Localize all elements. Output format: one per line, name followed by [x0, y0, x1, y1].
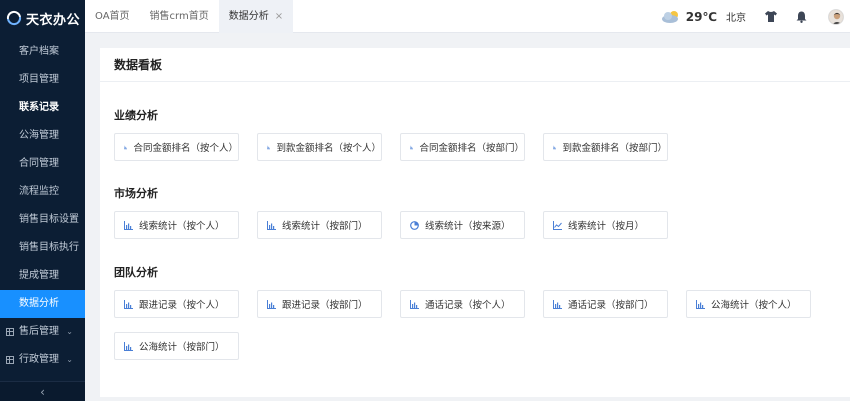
tab-data-analysis[interactable]: 数据分析 ×	[218, 0, 294, 33]
card-followup-person[interactable]: 跟进记录（按个人）	[114, 290, 239, 318]
card-label: 线索统计（按来源）	[425, 221, 511, 232]
card-label: 通话记录（按部门）	[568, 300, 654, 311]
card-contract-rank-dept[interactable]: 合同金额排名（按部门）	[400, 133, 525, 161]
section-title-team: 团队分析	[114, 266, 158, 279]
card-label: 合同金额排名（按部门）	[419, 143, 524, 154]
card-payment-rank-person[interactable]: 到款金额排名（按个人）	[257, 133, 382, 161]
sidebar-group-after-sales[interactable]: 售后管理 ⌄	[0, 318, 85, 346]
sidebar-collapse-button[interactable]: ‹	[0, 381, 85, 401]
city: 北京	[726, 13, 746, 24]
bar-chart-icon	[124, 220, 133, 230]
page-title: 数据看板	[100, 48, 850, 82]
sidebar-item-contracts[interactable]: 合同管理	[0, 150, 85, 178]
bar-chart-icon	[553, 145, 557, 149]
logo-icon	[6, 10, 22, 26]
card-pool-dept[interactable]: 公海统计（按部门）	[114, 332, 239, 360]
cloud-icon	[661, 11, 678, 23]
tab-label: OA首页	[95, 10, 130, 22]
top-bar: OA首页 销售crm首页 数据分析 × 29℃ 北京	[85, 0, 850, 33]
tab-crm-home[interactable]: 销售crm首页	[140, 0, 219, 33]
bar-chart-icon	[696, 299, 705, 309]
bar-chart-icon	[124, 299, 133, 309]
chevron-down-icon: ⌄	[66, 355, 73, 364]
tab-oa-home[interactable]: OA首页	[85, 0, 140, 33]
pie-chart-icon	[410, 220, 419, 230]
bar-chart-icon	[124, 145, 128, 149]
sidebar-item-projects[interactable]: 项目管理	[0, 66, 85, 94]
sidebar-item-data-analysis[interactable]: 数据分析	[0, 290, 85, 318]
line-chart-icon	[553, 220, 562, 230]
card-label: 公海统计（按部门）	[139, 342, 225, 353]
chevron-left-icon: ‹	[40, 384, 45, 399]
grid-icon	[6, 328, 14, 336]
avatar[interactable]	[828, 8, 844, 25]
card-calls-dept[interactable]: 通话记录（按部门）	[543, 290, 668, 318]
bar-chart-icon	[410, 299, 419, 309]
card-label: 线索统计（按月）	[568, 221, 645, 232]
grid-icon	[6, 356, 14, 364]
card-label: 到款金额排名（按个人）	[276, 143, 381, 154]
card-label: 通话记录（按个人）	[425, 300, 511, 311]
tab-label: 数据分析	[228, 10, 269, 22]
weather-widget: 29℃ 北京	[661, 9, 746, 24]
card-contract-rank-person[interactable]: 合同金额排名（按个人）	[114, 133, 239, 161]
card-label: 跟进记录（按个人）	[139, 300, 225, 311]
sidebar-group-label: 行政管理	[19, 354, 59, 365]
card-payment-rank-dept[interactable]: 到款金额排名（按部门）	[543, 133, 668, 161]
temperature: 29℃	[685, 9, 717, 24]
sidebar-item-commission[interactable]: 提成管理	[0, 262, 85, 290]
section-title-performance: 业绩分析	[114, 109, 158, 122]
card-followup-dept[interactable]: 跟进记录（按部门）	[257, 290, 382, 318]
card-label: 跟进记录（按部门）	[282, 300, 368, 311]
logo-text: 天衣办公	[26, 12, 81, 28]
card-pool-person[interactable]: 公海统计（按个人）	[686, 290, 811, 318]
section-title-market: 市场分析	[114, 187, 158, 200]
app-logo[interactable]: 天衣办公	[0, 0, 85, 36]
sidebar-item-customers[interactable]: 客户档案	[0, 38, 85, 66]
notification-button[interactable]	[786, 0, 816, 33]
user-avatar-icon	[829, 9, 843, 24]
sidebar-item-public-pool[interactable]: 公海管理	[0, 122, 85, 150]
skin-button[interactable]	[756, 0, 786, 33]
sidebar-item-process-monitor[interactable]: 流程监控	[0, 178, 85, 206]
sidebar-item-sales-target-exec[interactable]: 销售目标执行	[0, 234, 85, 262]
bar-chart-icon	[124, 341, 133, 351]
sidebar: 天衣办公 客户档案 项目管理 联系记录 公海管理 合同管理 流程监控 销售目标设…	[0, 0, 85, 401]
card-leads-dept[interactable]: 线索统计（按部门）	[257, 211, 382, 239]
sidebar-group-admin[interactable]: 行政管理 ⌄	[0, 346, 85, 374]
card-leads-source[interactable]: 线索统计（按来源）	[400, 211, 525, 239]
card-leads-month[interactable]: 线索统计（按月）	[543, 211, 668, 239]
sidebar-item-contacts[interactable]: 联系记录	[0, 94, 85, 122]
card-label: 到款金额排名（按部门）	[562, 143, 667, 154]
bar-chart-icon	[267, 299, 276, 309]
card-leads-person[interactable]: 线索统计（按个人）	[114, 211, 239, 239]
tshirt-icon	[765, 11, 777, 22]
tab-label: 销售crm首页	[149, 10, 209, 22]
card-label: 合同金额排名（按个人）	[133, 143, 238, 154]
card-label: 线索统计（按个人）	[139, 221, 225, 232]
sidebar-group-label: 售后管理	[19, 326, 59, 337]
bar-chart-icon	[267, 145, 271, 149]
bar-chart-icon	[553, 299, 562, 309]
card-label: 线索统计（按部门）	[282, 221, 368, 232]
card-calls-person[interactable]: 通话记录（按个人）	[400, 290, 525, 318]
bell-icon	[796, 11, 806, 23]
sidebar-item-sales-target-setup[interactable]: 销售目标设置	[0, 206, 85, 234]
main-panel: 数据看板 业绩分析 合同金额排名（按个人） 到款金额排名（按个人） 合同金额排名…	[100, 48, 850, 397]
bar-chart-icon	[267, 220, 276, 230]
card-label: 公海统计（按个人）	[711, 300, 797, 311]
bar-chart-icon	[410, 145, 414, 149]
chevron-down-icon: ⌄	[66, 327, 73, 336]
close-icon[interactable]: ×	[275, 11, 283, 22]
